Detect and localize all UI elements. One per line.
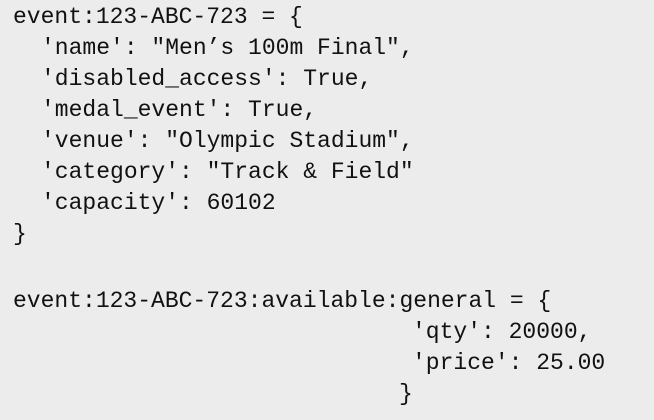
- block1-line-category: 'category': "Track & Field": [41, 159, 414, 185]
- code-document: event:123-ABC-723 = { 'name': "Men’s 100m…: [0, 0, 654, 420]
- block2-footer-line: }: [399, 381, 413, 407]
- availability-definition-block: event:123-ABC-723:available:general = { '…: [13, 286, 605, 410]
- block1-line-medal-event: 'medal_event': True,: [41, 97, 318, 123]
- block1-line-venue: 'venue': "Olympic Stadium",: [41, 128, 414, 154]
- block2-header-line: event:123-ABC-723:available:general = {: [13, 288, 552, 314]
- block1-line-capacity: 'capacity': 60102: [41, 190, 276, 216]
- block1-line-disabled-access: 'disabled_access': True,: [41, 66, 373, 92]
- block2-line-qty: 'qty': 20000,: [412, 319, 592, 345]
- block1-header-line: event:123-ABC-723 = {: [13, 4, 303, 30]
- block2-line-price: 'price': 25.00: [412, 350, 606, 376]
- block1-line-name: 'name': "Men’s 100m Final",: [41, 35, 414, 61]
- event-definition-block: event:123-ABC-723 = { 'name': "Men’s 100m…: [13, 2, 414, 250]
- block1-footer-line: }: [13, 221, 27, 247]
